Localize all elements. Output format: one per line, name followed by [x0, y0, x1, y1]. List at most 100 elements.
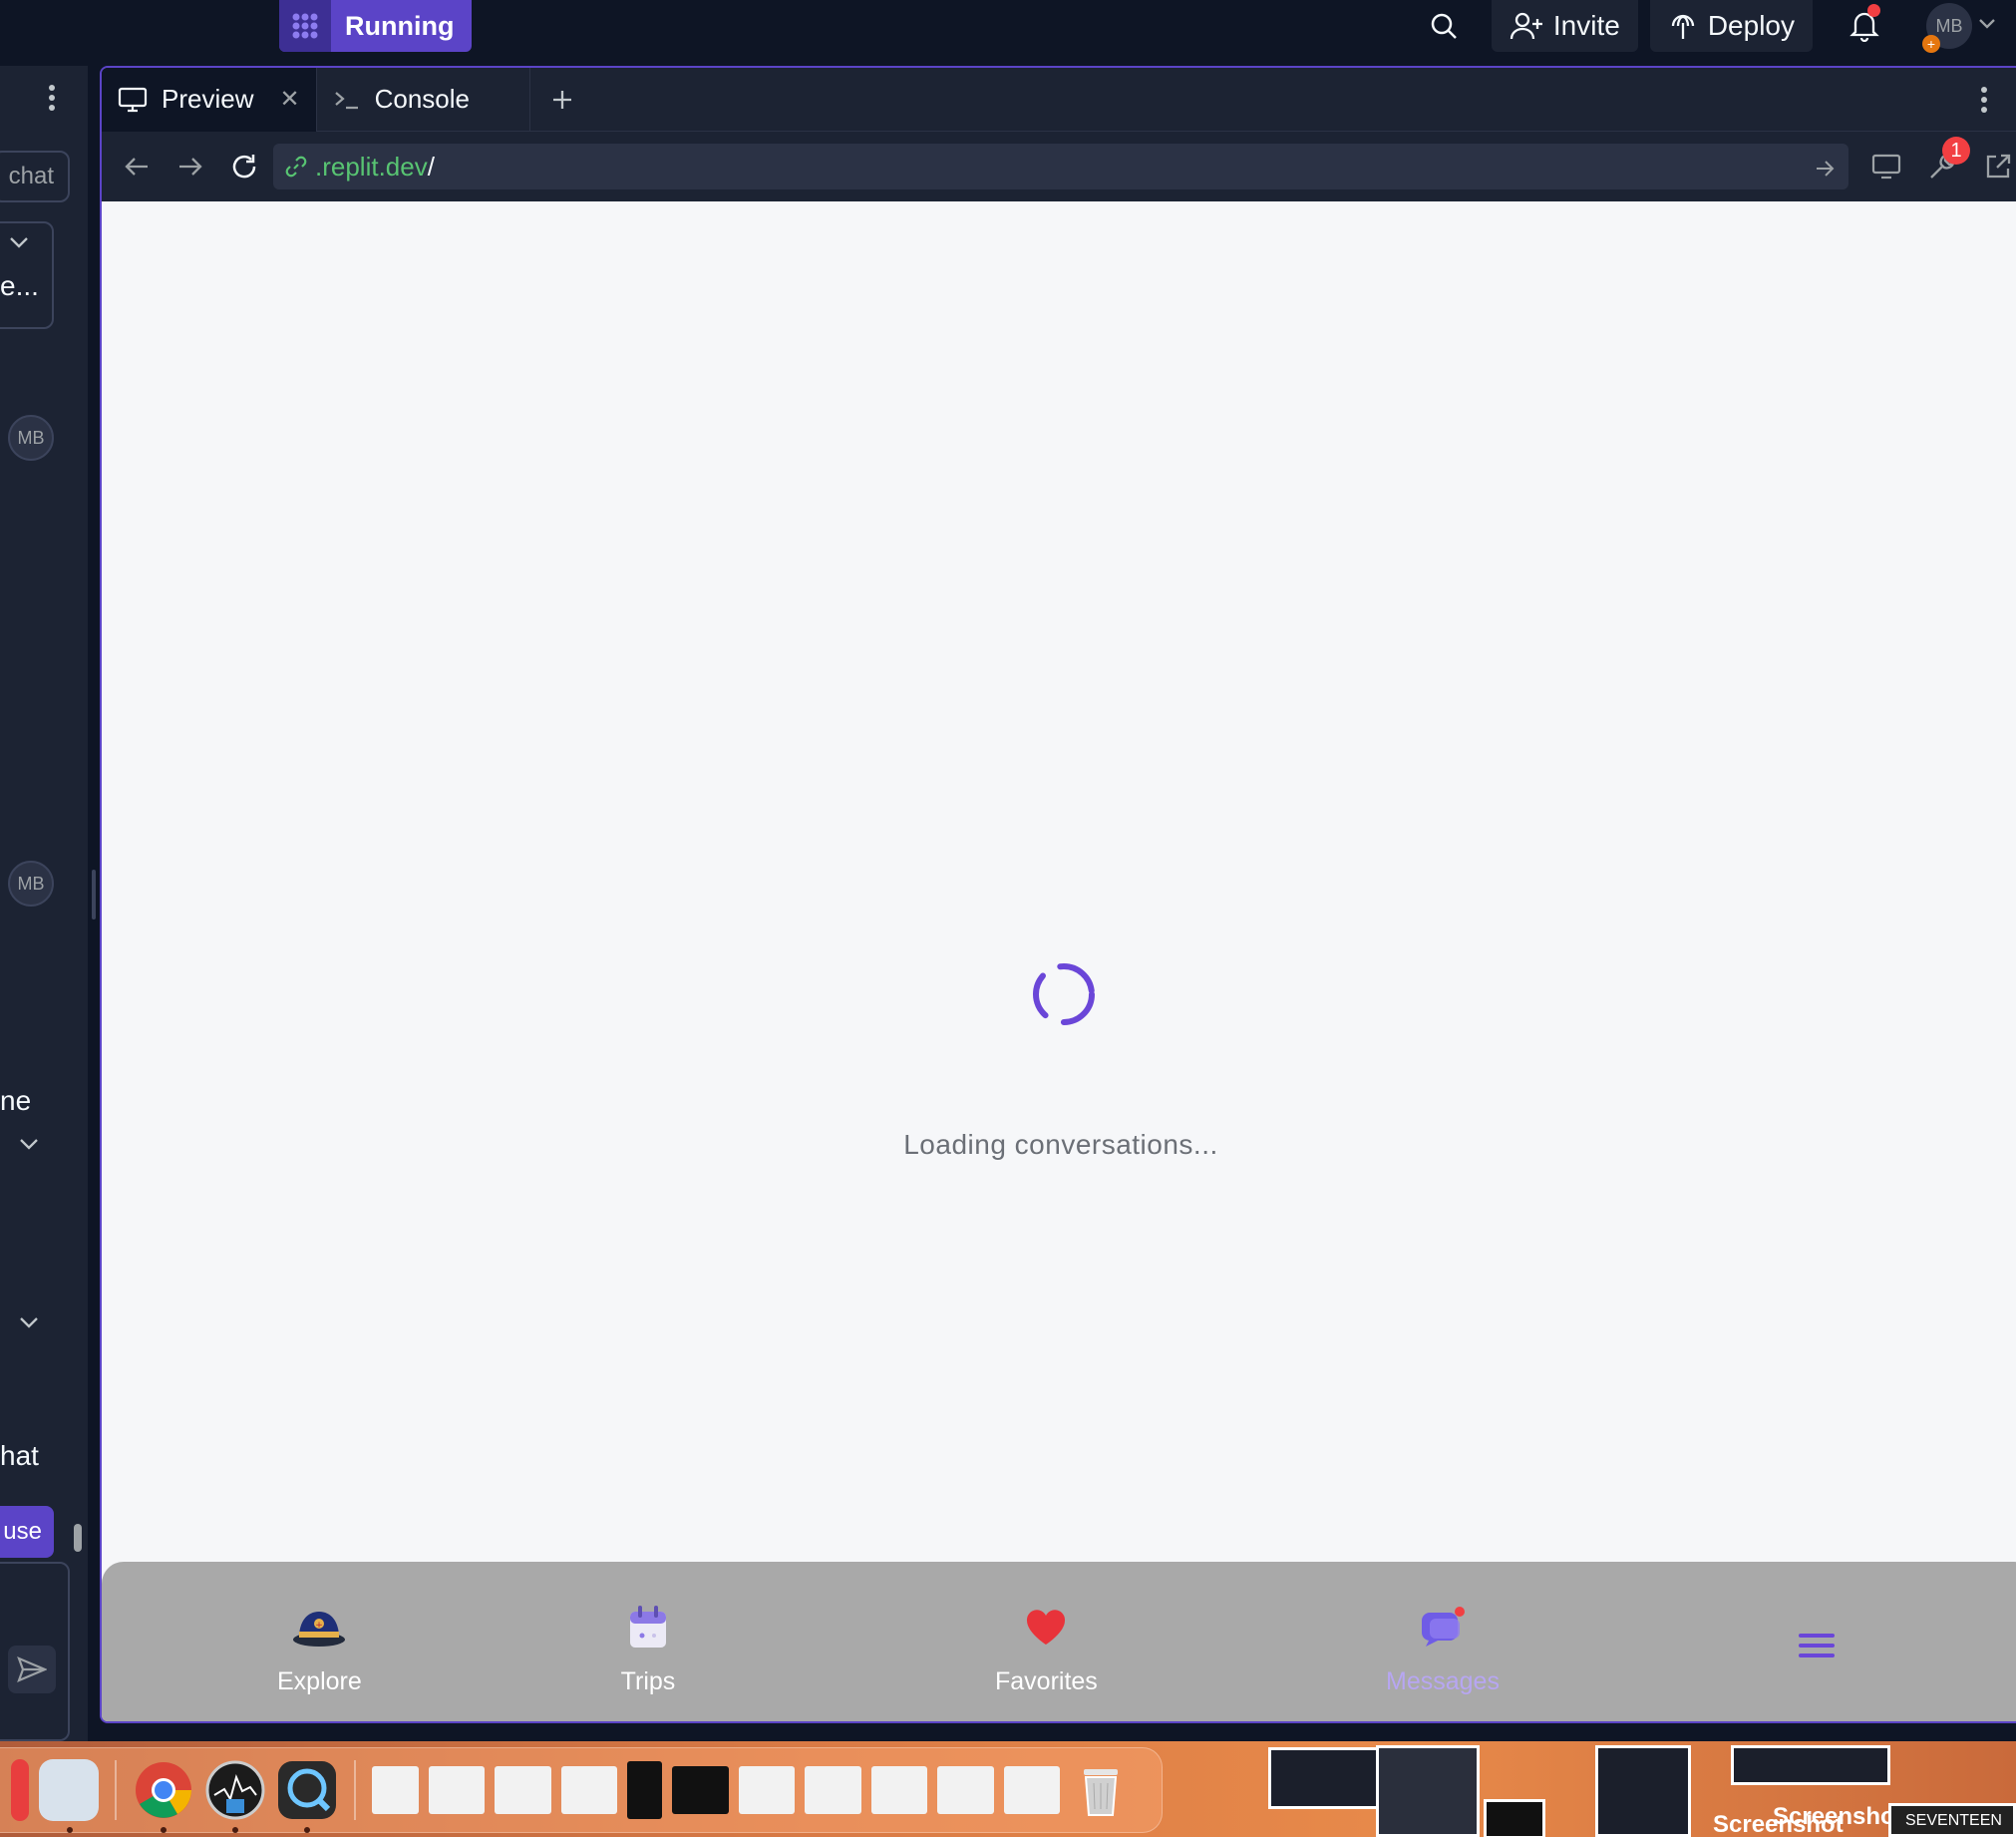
chevron-down-icon[interactable] [8, 235, 30, 254]
document-thumbnail[interactable] [1003, 1766, 1060, 1814]
calendar-icon [618, 1602, 678, 1653]
bottom-navigation: + Explore Trips Favorites Messages [102, 1562, 2016, 1721]
nav-trips-label: Trips [620, 1667, 676, 1695]
desktop-screenshot-thumbnail[interactable]: SEVENTEEN [1888, 1803, 2016, 1837]
nav-trips[interactable]: Trips [618, 1602, 678, 1696]
desktop-screenshot-thumbnail[interactable] [1376, 1745, 1480, 1837]
new-chat-button[interactable]: chat [0, 151, 70, 202]
app-preview: Loading conversations... + Explore Trips… [102, 201, 2016, 1721]
avatar-initials: MB [1935, 15, 1963, 36]
document-thumbnail[interactable] [495, 1766, 551, 1814]
explorer-hat-icon: + [289, 1602, 349, 1653]
nav-favorites-label: Favorites [995, 1667, 1098, 1695]
tab-console-label: Console [374, 84, 470, 114]
close-icon[interactable]: ✕ [279, 85, 299, 114]
url-input[interactable]: .replit.dev/ [273, 144, 1848, 189]
document-thumbnail[interactable] [805, 1766, 861, 1814]
invite-button[interactable]: Invite [1491, 0, 1638, 52]
document-thumbnail[interactable] [672, 1766, 729, 1814]
desktop-screenshot-thumbnail[interactable] [1268, 1747, 1384, 1809]
pane-tabs: Preview ✕ Console [102, 68, 2016, 132]
chat-avatar-initials: MB [17, 427, 45, 448]
tab-preview-label: Preview [162, 84, 254, 114]
pane-menu-icon[interactable] [1980, 86, 1988, 119]
notification-dot [1867, 4, 1880, 17]
scrollbar-thumb[interactable] [74, 1524, 82, 1552]
terminal-icon [334, 91, 358, 109]
new-chat-label: chat [8, 163, 54, 189]
kebab-menu-icon[interactable] [48, 84, 56, 117]
preview-pane: Preview ✕ Console .replit.dev/ 1 Loading… [100, 66, 2016, 1723]
browser-toolbar: .replit.dev/ 1 [102, 132, 2016, 201]
resize-handle[interactable] [92, 870, 96, 919]
nav-messages[interactable]: Messages [1386, 1602, 1500, 1696]
stop-icon [279, 0, 331, 52]
heart-icon [1016, 1602, 1076, 1653]
use-button[interactable]: use [0, 1506, 54, 1558]
run-label: Running [345, 10, 455, 41]
uad-app-icon[interactable] [204, 1759, 266, 1833]
devtools-wrench-icon[interactable]: 1 [1918, 137, 1970, 190]
chat-text-fragment: ne [0, 1085, 32, 1116]
chat-avatar-initials: MB [17, 873, 45, 894]
tab-console[interactable]: Console [317, 68, 529, 132]
back-arrow-icon[interactable] [112, 139, 162, 194]
desktop-screenshot-thumbnail[interactable] [1595, 1745, 1691, 1837]
url-domain: .replit.dev [315, 151, 428, 182]
desktop-screenshot-thumbnail[interactable] [1731, 1745, 1890, 1785]
desktop-screenshot-thumbnail[interactable] [1484, 1799, 1545, 1837]
user-avatar[interactable]: MB + [1922, 3, 1972, 53]
add-tab-button[interactable] [530, 68, 594, 132]
reload-icon[interactable] [219, 139, 269, 194]
quicktime-icon[interactable] [276, 1759, 338, 1833]
document-thumbnail[interactable] [870, 1766, 928, 1814]
document-thumbnail[interactable] [738, 1766, 796, 1814]
tab-preview[interactable]: Preview ✕ [102, 68, 316, 132]
plus-badge-icon: + [1922, 35, 1940, 53]
loading-spinner [1033, 963, 1095, 1025]
forward-arrow-icon[interactable] [166, 139, 215, 194]
notifications-bell-icon[interactable] [1843, 4, 1886, 48]
open-new-tab-icon[interactable] [1974, 143, 2016, 190]
search-icon[interactable] [1422, 4, 1466, 48]
workspace-header: Running Invite Deploy MB + [0, 0, 2016, 66]
send-icon[interactable] [8, 1646, 56, 1693]
message-card-text: e... [0, 270, 39, 301]
thumbnail-label: SEVENTEEN [1905, 1812, 2002, 1829]
chat-bubble-icon [1413, 1602, 1473, 1653]
use-button-label: use [3, 1518, 42, 1545]
chevron-down-icon[interactable] [1978, 17, 1996, 35]
devtools-badge: 1 [1942, 137, 1970, 165]
nav-explore[interactable]: + Explore [277, 1602, 362, 1696]
hamburger-menu-icon[interactable] [1787, 1622, 1847, 1669]
document-thumbnail[interactable] [371, 1766, 419, 1814]
macos-dock [0, 1747, 1163, 1833]
deploy-icon [1671, 14, 1694, 39]
invite-label: Invite [1552, 10, 1620, 41]
chevron-down-icon[interactable] [18, 1137, 40, 1156]
device-preview-icon[interactable] [1862, 143, 1910, 190]
deploy-button[interactable]: Deploy [1649, 0, 1813, 52]
app-icon[interactable] [11, 1759, 29, 1821]
chrome-icon[interactable] [133, 1759, 194, 1833]
nav-favorites[interactable]: Favorites [995, 1602, 1098, 1696]
loading-message: Loading conversations... [903, 1129, 1218, 1160]
document-thumbnail[interactable] [560, 1766, 618, 1814]
document-thumbnail[interactable] [428, 1766, 486, 1814]
dock-separator [353, 1760, 356, 1820]
document-thumbnail[interactable] [627, 1761, 663, 1819]
trash-icon[interactable] [1070, 1759, 1132, 1821]
document-thumbnail[interactable] [937, 1766, 994, 1814]
chat-text-fragment: hat [0, 1440, 39, 1471]
preview-app-icon[interactable] [38, 1759, 99, 1833]
run-button[interactable]: Running [279, 0, 473, 52]
add-user-icon [1510, 12, 1542, 40]
nav-messages-label: Messages [1386, 1667, 1500, 1695]
monitor-icon [118, 87, 148, 112]
svg-text:+: + [316, 1621, 324, 1631]
nav-explore-label: Explore [277, 1667, 362, 1695]
link-icon [285, 156, 307, 178]
desktop-file-label[interactable]: Screenshot [1773, 1803, 1903, 1831]
go-arrow-icon[interactable] [1815, 155, 1835, 185]
chevron-down-icon[interactable] [18, 1315, 40, 1334]
